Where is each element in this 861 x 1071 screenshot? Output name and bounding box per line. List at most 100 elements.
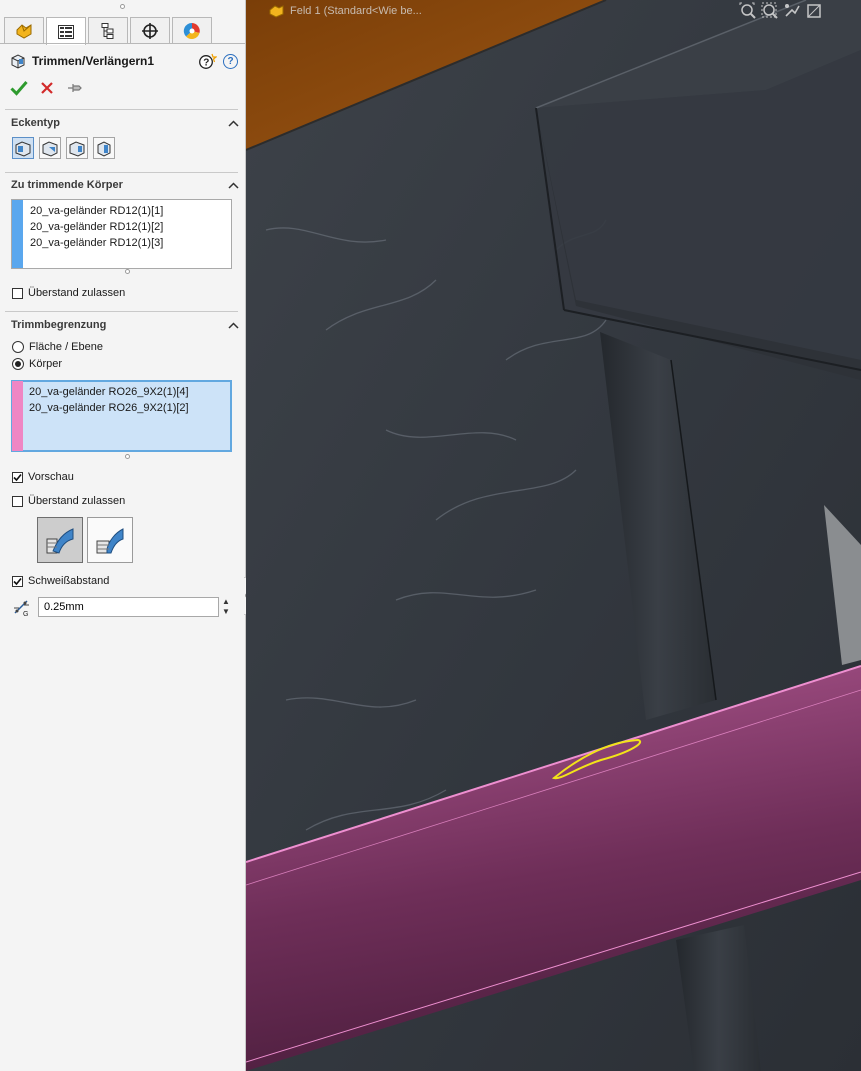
chevron-up-icon[interactable]: ▲ [222, 597, 230, 607]
svg-text:G: G [23, 611, 28, 617]
preview-row[interactable]: Vorschau [12, 469, 74, 485]
section-view-button[interactable] [803, 1, 825, 21]
checkmark-icon [10, 81, 28, 96]
end-butt1-icon [69, 141, 85, 157]
bodies-to-trim-items: 20_va-geländer RD12(1)[1] 20_va-geländer… [30, 203, 163, 251]
boundary-allow-extension-label: Überstand zulassen [28, 495, 126, 507]
trim-extend-feature-icon [11, 54, 25, 69]
corner-type-buttons [12, 137, 120, 159]
graphics-area[interactable] [246, 0, 861, 1071]
feature-manager-tab[interactable] [4, 17, 44, 43]
bodies-to-trim-header[interactable]: Zu trimmende Körper [11, 177, 239, 193]
feature-title: Trimmen/Verlängern1 [32, 54, 155, 68]
part-icon [269, 5, 284, 18]
bodies-allow-extension-label: Überstand zulassen [28, 287, 126, 299]
section-view-icon [807, 4, 821, 18]
property-manager-icon [58, 24, 74, 39]
list-resize-grip[interactable] [125, 454, 130, 459]
action-buttons [8, 78, 92, 98]
coped-cut-button[interactable] [37, 517, 83, 563]
corner-type-end-trim-button[interactable] [12, 137, 34, 159]
manager-tabs [4, 17, 214, 45]
boundary-allow-extension-checkbox[interactable] [12, 495, 23, 507]
previous-view-button[interactable] [781, 1, 803, 21]
trim-boundary-label: Trimmbegrenzung [11, 319, 107, 331]
display-manager-tab[interactable] [172, 17, 212, 43]
end-miter-icon [42, 141, 58, 157]
list-item[interactable]: 20_va-geländer RO26_9X2(1)[4] [29, 384, 189, 400]
property-manager-tab[interactable] [46, 17, 86, 45]
trim-boundary-items: 20_va-geländer RO26_9X2(1)[4] 20_va-gelä… [29, 384, 189, 416]
weld-gap-dimension-icon: G [14, 600, 29, 617]
boundary-face-plane-radio-row[interactable]: Fläche / Ebene [12, 339, 103, 355]
selection-color-bar [12, 381, 23, 451]
list-item[interactable]: 20_va-geländer RD12(1)[2] [30, 219, 163, 235]
chevron-down-icon[interactable]: ▼ [222, 607, 230, 617]
chevron-up-icon[interactable] [227, 179, 239, 191]
boundary-body-radio-row[interactable]: Körper [12, 356, 62, 372]
breadcrumb-text[interactable]: Feld 1 (Standard<Wie be... [290, 5, 422, 17]
boundary-face-plane-label: Fläche / Ebene [29, 341, 103, 353]
list-item[interactable]: 20_va-geländer RO26_9X2(1)[2] [29, 400, 189, 416]
corner-type-end-butt1-button[interactable] [66, 137, 88, 159]
simple-cut-button[interactable] [87, 517, 133, 563]
section-divider [5, 172, 238, 173]
trim-mode-buttons [37, 517, 137, 563]
panel-top-grip[interactable] [120, 4, 125, 9]
boundary-body-label: Körper [29, 358, 63, 370]
feature-tree-icon [16, 23, 32, 39]
coped-cut-icon [46, 528, 74, 554]
boundary-face-plane-radio[interactable] [12, 341, 24, 353]
weld-gap-checkbox[interactable] [12, 575, 23, 587]
boundary-allow-extension-row[interactable]: Überstand zulassen [12, 493, 125, 509]
end-trim-icon [15, 141, 31, 157]
configuration-manager-tab[interactable] [88, 17, 128, 43]
trim-boundary-header[interactable]: Trimmbegrenzung [11, 317, 239, 333]
bodies-to-trim-label: Zu trimmende Körper [11, 179, 123, 191]
corner-type-end-butt2-button[interactable] [93, 137, 115, 159]
list-item[interactable]: 20_va-geländer RD12(1)[1] [30, 203, 163, 219]
preview-checkbox[interactable] [12, 471, 23, 483]
chevron-up-icon[interactable] [227, 117, 239, 129]
chevron-up-icon[interactable] [227, 319, 239, 331]
list-resize-grip[interactable] [125, 269, 130, 274]
bodies-allow-extension-checkbox[interactable] [12, 287, 23, 299]
ok-button[interactable] [8, 78, 30, 98]
weld-gap-row[interactable]: Schweißabstand [12, 573, 109, 589]
dimxpert-tab[interactable] [130, 17, 170, 43]
preview-label: Vorschau [28, 471, 74, 483]
boundary-body-radio[interactable] [12, 358, 24, 370]
cancel-button[interactable] [36, 78, 58, 98]
zoom-to-fit-button[interactable] [737, 1, 759, 21]
whats-wrong-help-icon[interactable]: ? [198, 53, 217, 70]
simple-cut-icon [96, 528, 124, 554]
help-button[interactable]: ? [223, 53, 238, 69]
keep-visible-button[interactable] [64, 78, 86, 98]
end-butt2-icon [97, 141, 111, 157]
corner-type-label: Eckentyp [11, 117, 60, 129]
weld-gap-label: Schweißabstand [28, 575, 110, 587]
heads-up-view-toolbar [737, 0, 825, 22]
trim-boundary-list[interactable]: 20_va-geländer RO26_9X2(1)[4] 20_va-gelä… [11, 380, 232, 452]
zoom-area-button[interactable] [759, 1, 781, 21]
bodies-to-trim-list[interactable]: 20_va-geländer RD12(1)[1] 20_va-geländer… [11, 199, 232, 269]
weld-gap-input[interactable] [38, 597, 219, 617]
color-wheel-icon [183, 22, 200, 39]
zoom-area-icon [761, 2, 778, 19]
weld-gap-value-row: G ▲ ▼ [12, 596, 230, 618]
corner-type-header[interactable]: Eckentyp [11, 115, 239, 131]
property-manager-panel: Trimmen/Verlängern1 ? ? Eckentyp Zu trim… [0, 0, 246, 1071]
feature-title-row: Trimmen/Verlängern1 ? ? [10, 51, 238, 71]
bodies-allow-extension-row[interactable]: Überstand zulassen [12, 285, 125, 301]
list-item[interactable]: 20_va-geländer RD12(1)[3] [30, 235, 163, 251]
crosshair-icon [142, 22, 158, 39]
pushpin-icon [68, 84, 82, 92]
tabs-divider [0, 43, 245, 44]
3d-scene[interactable] [246, 0, 861, 1071]
breadcrumb[interactable]: Feld 1 (Standard<Wie be... [268, 1, 422, 21]
configuration-icon [101, 22, 114, 39]
previous-view-icon [785, 4, 800, 17]
zoom-fit-icon [739, 2, 756, 19]
weld-gap-stepper[interactable]: ▲ ▼ [222, 596, 230, 618]
corner-type-end-miter-button[interactable] [39, 137, 61, 159]
